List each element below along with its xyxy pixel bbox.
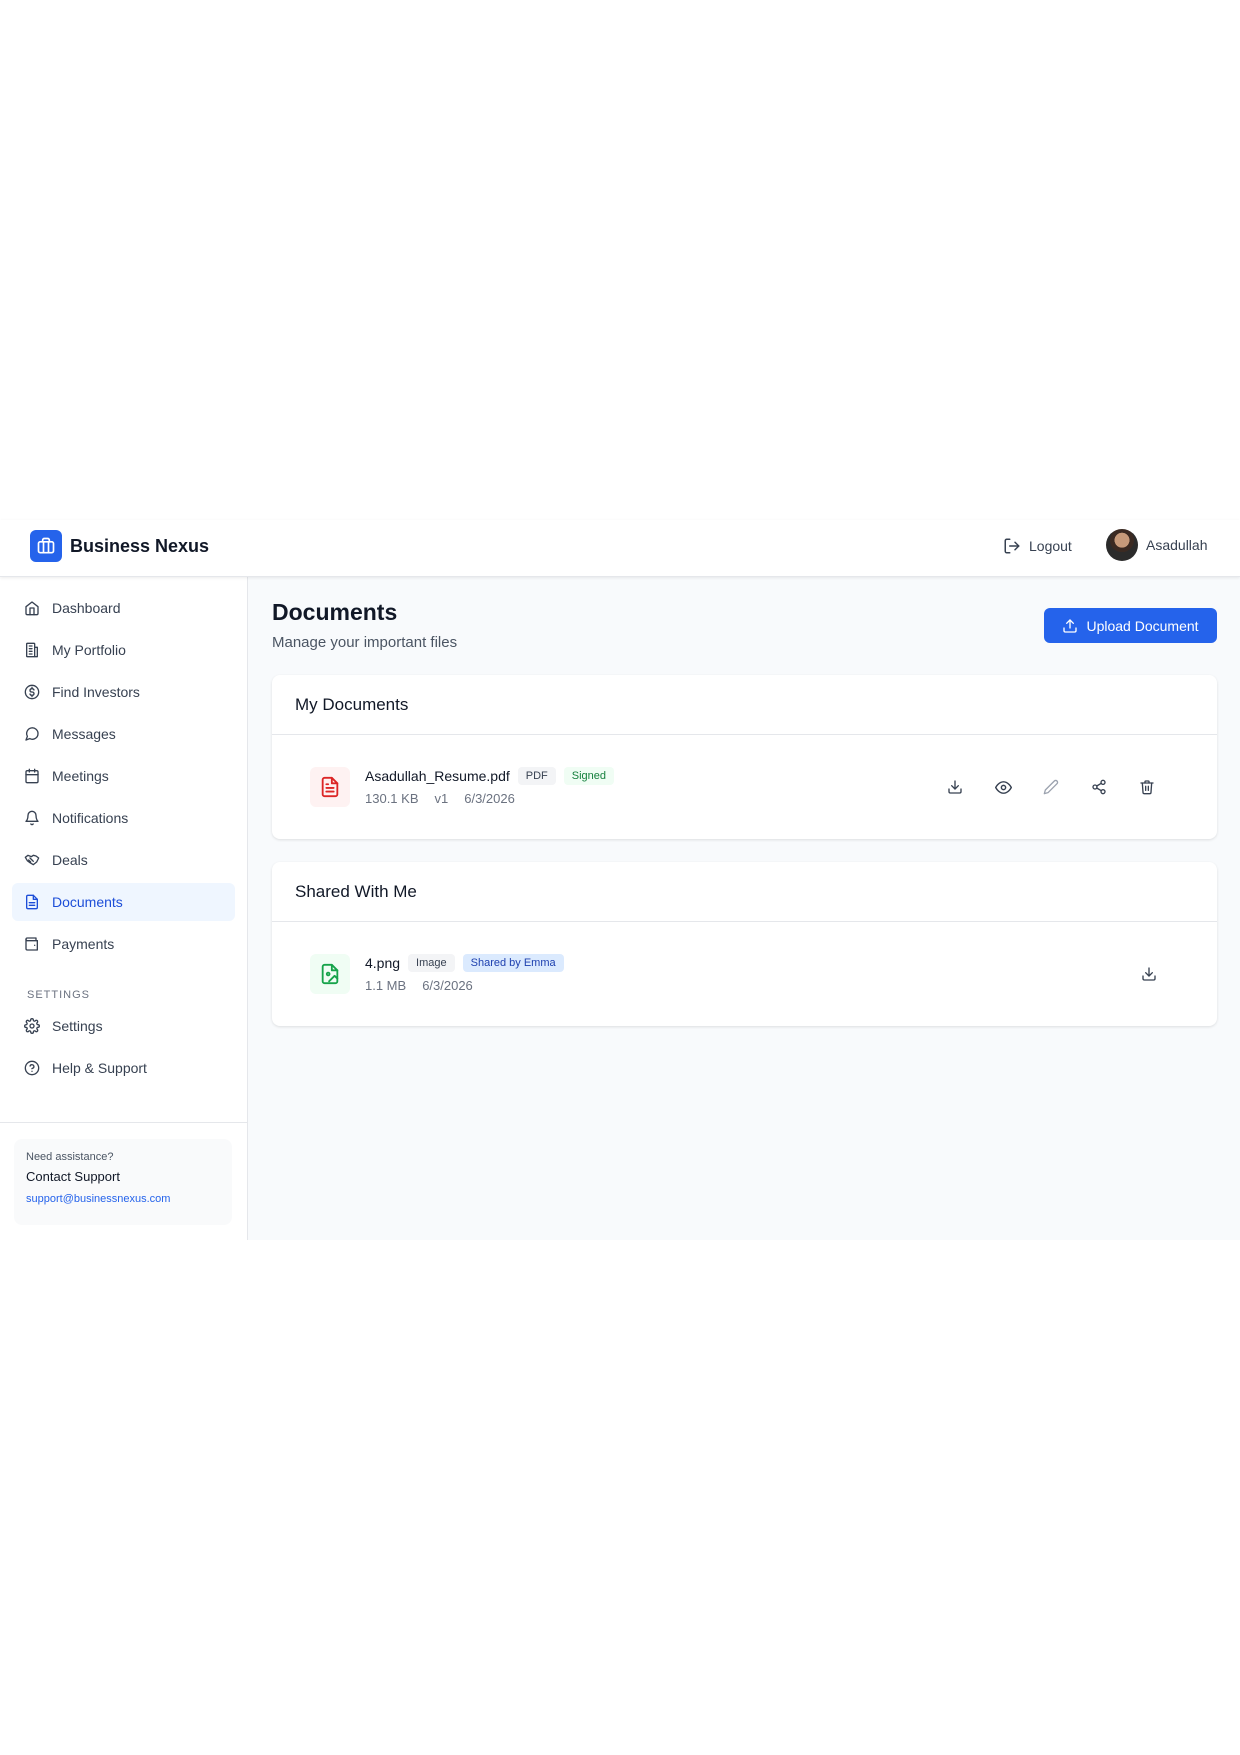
sidebar-item-label: Meetings (52, 768, 109, 784)
sidebar-item-label: Notifications (52, 810, 129, 826)
avatar (1106, 529, 1138, 561)
settings-section-label: SETTINGS (27, 989, 91, 1001)
sidebar-item-find-investors[interactable]: Find Investors (12, 673, 235, 711)
sidebar-item-label: My Portfolio (52, 642, 126, 658)
home-icon (25, 601, 39, 616)
sidebar-item-label: Settings (52, 1018, 103, 1034)
sidebar-item-label: Deals (52, 852, 88, 868)
sidebar: Dashboard My Portfolio Find Investors Me… (0, 577, 248, 1240)
document-name: Asadullah_Resume.pdf (365, 768, 510, 784)
shared-by-badge: Shared by Emma (462, 954, 564, 972)
upload-icon (1063, 618, 1078, 633)
sidebar-item-my-portfolio[interactable]: My Portfolio (12, 631, 235, 669)
document-date: 6/3/2026 (464, 791, 515, 806)
handshake-icon (24, 854, 40, 866)
image-file-icon (310, 954, 350, 994)
share-icon[interactable] (1088, 776, 1110, 798)
top-header: Business Nexus Logout Asadullah (0, 520, 1240, 577)
shared-with-me-card: Shared With Me 4.png Image Shared by Emm… (272, 862, 1217, 1026)
trash-icon[interactable] (1136, 776, 1158, 798)
pdf-file-icon (310, 767, 350, 807)
eye-icon[interactable] (992, 776, 1014, 798)
shared-with-me-title: Shared With Me (272, 862, 1217, 922)
document-size: 130.1 KB (365, 791, 419, 806)
sidebar-item-documents[interactable]: Documents (12, 883, 235, 921)
sidebar-item-settings[interactable]: Settings (12, 1007, 235, 1045)
briefcase-icon (30, 530, 62, 562)
document-actions (1138, 963, 1160, 985)
help-small-text: Need assistance? (26, 1151, 114, 1163)
calendar-icon (25, 768, 39, 784)
sidebar-item-deals[interactable]: Deals (12, 841, 235, 879)
sidebar-item-payments[interactable]: Payments (12, 925, 235, 963)
document-title-line: Asadullah_Resume.pdf PDF Signed (365, 767, 622, 785)
document-version: v1 (434, 791, 449, 806)
app-window: Business Nexus Logout Asadullah Dashboar… (0, 520, 1240, 1240)
sidebar-item-label: Payments (52, 936, 115, 952)
bell-icon (25, 810, 39, 826)
type-badge: PDF (517, 767, 556, 785)
sidebar-item-label: Help & Support (52, 1060, 147, 1076)
file-text-icon (26, 894, 38, 910)
pencil-icon[interactable] (1040, 776, 1062, 798)
main-content: Documents Manage your important files Up… (248, 577, 1240, 1240)
building-icon (26, 642, 38, 658)
upload-label: Upload Document (1086, 617, 1199, 634)
user-menu[interactable]: Asadullah (1106, 529, 1208, 561)
document-size: 1.1 MB (365, 978, 407, 993)
sidebar-item-messages[interactable]: Messages (12, 715, 235, 753)
page-subtitle: Manage your important files (272, 634, 458, 651)
document-title-line: 4.png Image Shared by Emma (365, 954, 572, 972)
sidebar-item-label: Dashboard (52, 600, 121, 616)
user-name: Asadullah (1146, 537, 1208, 553)
my-documents-title: My Documents (272, 675, 1217, 735)
document-meta: 1.1 MB 6/3/2026 (365, 978, 489, 993)
gear-icon (24, 1018, 40, 1034)
wallet-icon (25, 937, 38, 951)
brand-name: Business Nexus (70, 535, 210, 556)
download-icon[interactable] (944, 776, 966, 798)
sidebar-item-notifications[interactable]: Notifications (12, 799, 235, 837)
list-item: Asadullah_Resume.pdf PDF Signed 130.1 KB… (272, 735, 1217, 839)
list-item: 4.png Image Shared by Emma 1.1 MB 6/3/20… (272, 922, 1217, 1026)
upload-document-button[interactable]: Upload Document (1044, 608, 1217, 643)
dollar-circle-icon (24, 684, 40, 700)
type-badge: Image (408, 954, 455, 972)
logout-label: Logout (1029, 538, 1072, 554)
sidebar-item-dashboard[interactable]: Dashboard (12, 589, 235, 627)
help-title: Contact Support (26, 1169, 120, 1184)
status-badge: Signed (563, 767, 615, 785)
sidebar-item-label: Documents (52, 894, 123, 910)
sidebar-item-label: Find Investors (52, 684, 140, 700)
sidebar-item-meetings[interactable]: Meetings (12, 757, 235, 795)
document-name: 4.png (365, 955, 401, 971)
logout-button[interactable]: Logout (1003, 537, 1072, 555)
support-email-link[interactable]: support@businessnexus.com (26, 1193, 220, 1205)
brand[interactable]: Business Nexus (30, 530, 209, 562)
help-circle-icon (24, 1060, 40, 1076)
my-documents-card: My Documents Asadullah_Resume.pdf PDF Si… (272, 675, 1217, 839)
sidebar-item-help-support[interactable]: Help & Support (12, 1049, 235, 1087)
page-title: Documents (272, 599, 398, 625)
message-circle-icon (25, 727, 39, 741)
sidebar-item-label: Messages (52, 726, 116, 742)
document-actions (944, 776, 1158, 798)
document-meta: 130.1 KB v1 6/3/2026 (365, 791, 531, 806)
sidebar-divider (0, 1122, 247, 1123)
document-date: 6/3/2026 (422, 978, 473, 993)
logout-icon (1004, 538, 1020, 554)
help-box: Need assistance? Contact Support support… (14, 1139, 232, 1225)
download-icon[interactable] (1138, 963, 1160, 985)
sidebar-nav: Dashboard My Portfolio Find Investors Me… (0, 577, 247, 1087)
